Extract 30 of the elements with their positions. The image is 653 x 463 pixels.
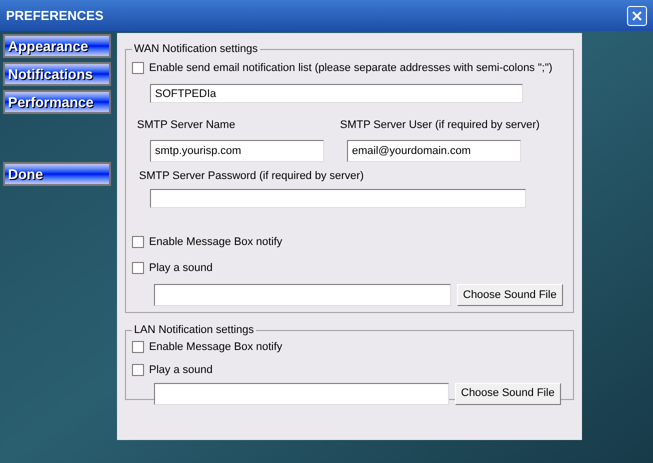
field-label: SMTP Server Name [137,118,236,133]
checkbox[interactable] [132,364,144,376]
text-field[interactable]: email@yourdomain.com [347,140,521,162]
nav-button[interactable]: Notifications [3,62,111,86]
checkbox-row[interactable]: Enable send email notification list (please separate addresses with semi-colons ";") [132,60,567,76]
checkbox[interactable] [132,262,144,274]
close-button[interactable] [627,6,647,26]
text-field[interactable] [154,382,449,404]
window-title: PREFERENCES [6,6,104,25]
group-title: WAN Notification settings [133,42,259,57]
group-title: LAN Notification settings [133,323,255,338]
choose-sound-file-button[interactable]: Choose Sound File [455,382,561,404]
checkbox-row[interactable]: Enable Message Box notify [132,234,567,250]
text-field[interactable] [150,189,526,208]
text-field[interactable]: SOFTPEDIa [150,84,523,103]
nav-button[interactable]: Appearance [3,34,111,58]
checkbox-row[interactable]: Play a sound [132,362,567,378]
close-icon [631,10,643,22]
text-field[interactable] [154,284,451,306]
checkbox[interactable] [132,340,144,353]
field-label: SMTP Server Password (if required by server) [139,168,365,184]
choose-sound-file-button[interactable]: Choose Sound File [457,284,563,306]
field-label: SMTP Server User (if required by server) [340,118,540,133]
checkbox-row[interactable]: Enable Message Box notify [132,338,567,355]
text-field[interactable]: smtp.yourisp.com [150,140,324,162]
checkbox[interactable] [132,236,144,248]
nav-button[interactable]: Done [3,162,111,186]
checkbox[interactable] [132,62,144,74]
checkbox-row[interactable]: Play a sound [132,260,567,276]
nav-button[interactable]: Performance [3,90,111,114]
